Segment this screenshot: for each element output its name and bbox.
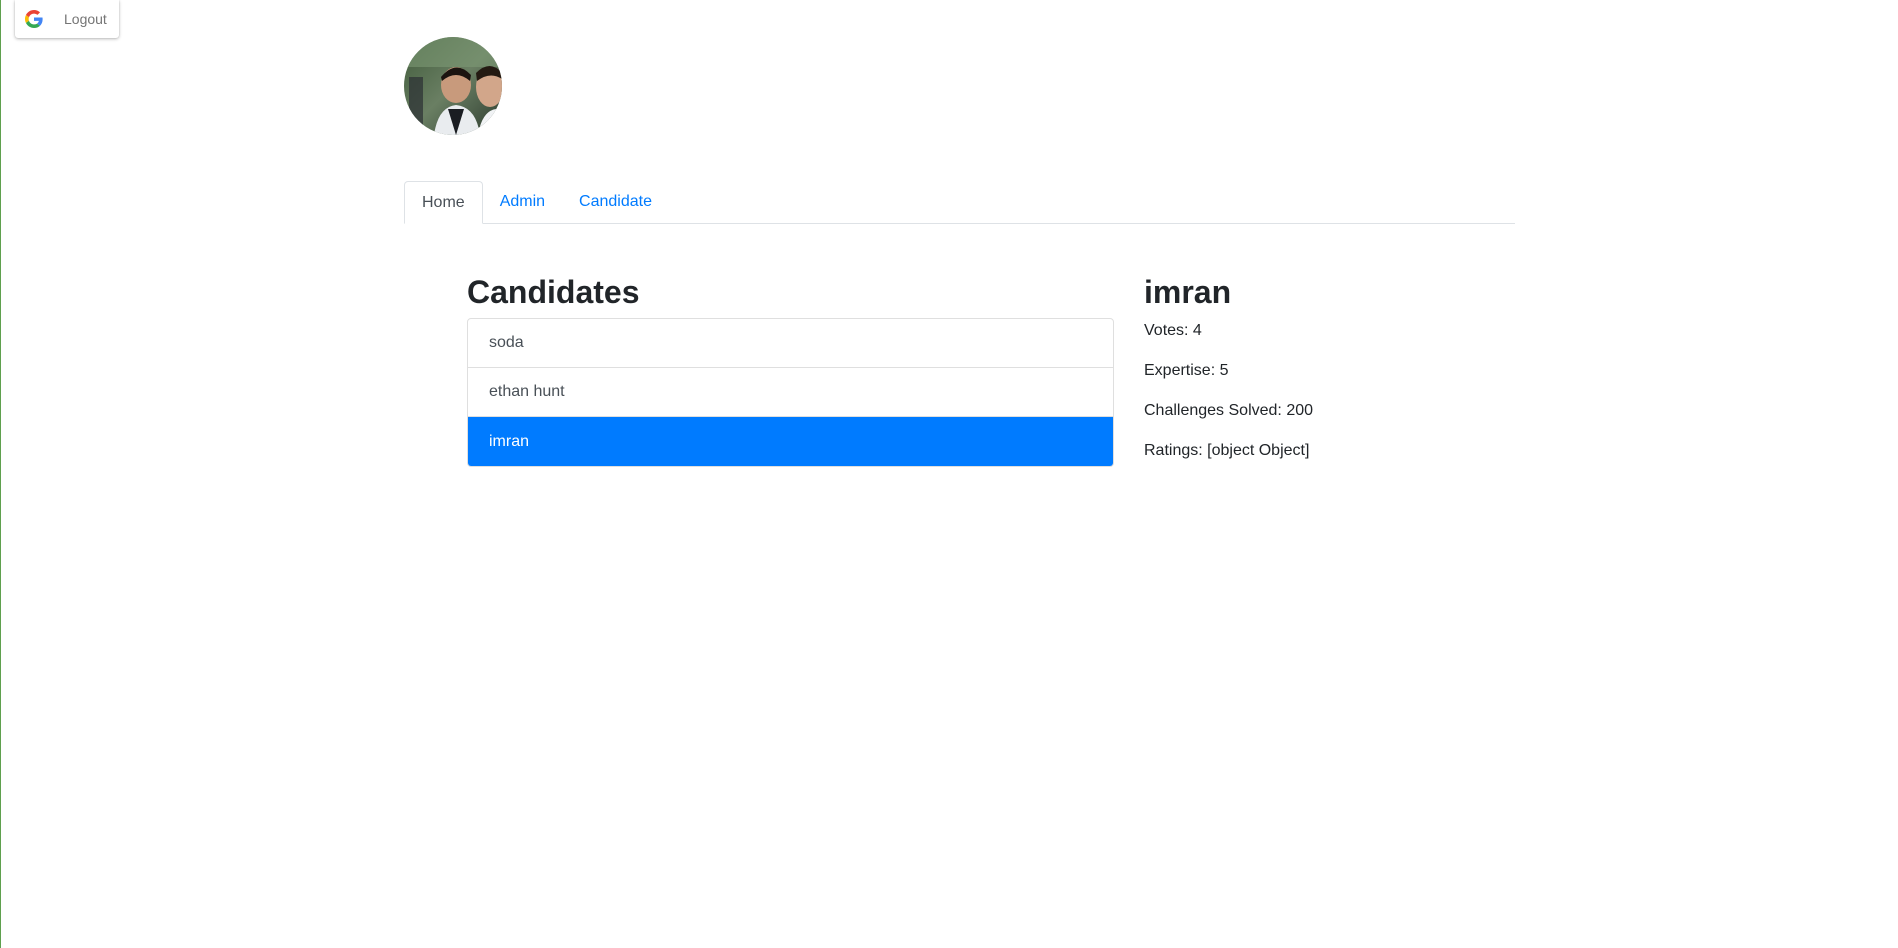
candidate-item-imran[interactable]: imran: [468, 417, 1113, 466]
logout-label: Logout: [64, 11, 107, 27]
candidate-item-soda[interactable]: soda: [468, 319, 1113, 368]
candidate-ratings: Ratings: [object Object]: [1144, 442, 1310, 459]
candidate-votes: Votes: 4: [1144, 322, 1202, 339]
window-left-edge: [0, 0, 1, 948]
candidate-challenges-solved: Challenges Solved: 200: [1144, 402, 1314, 419]
user-avatar: [404, 37, 502, 135]
nav-tabs: Home Admin Candidate: [404, 181, 1515, 224]
candidates-heading: Candidates: [467, 274, 640, 310]
candidate-detail-name: imran: [1144, 274, 1232, 310]
tab-admin[interactable]: Admin: [483, 181, 562, 223]
candidate-expertise: Expertise: 5: [1144, 362, 1229, 379]
google-g-icon: [24, 9, 44, 29]
tab-home[interactable]: Home: [404, 181, 483, 224]
tab-candidate[interactable]: Candidate: [562, 181, 669, 223]
user-avatar-photo: [404, 37, 502, 135]
google-logout-button[interactable]: Logout: [15, 0, 119, 38]
candidate-item-ethan-hunt[interactable]: ethan hunt: [468, 368, 1113, 417]
candidate-list: soda ethan hunt imran: [467, 318, 1114, 467]
